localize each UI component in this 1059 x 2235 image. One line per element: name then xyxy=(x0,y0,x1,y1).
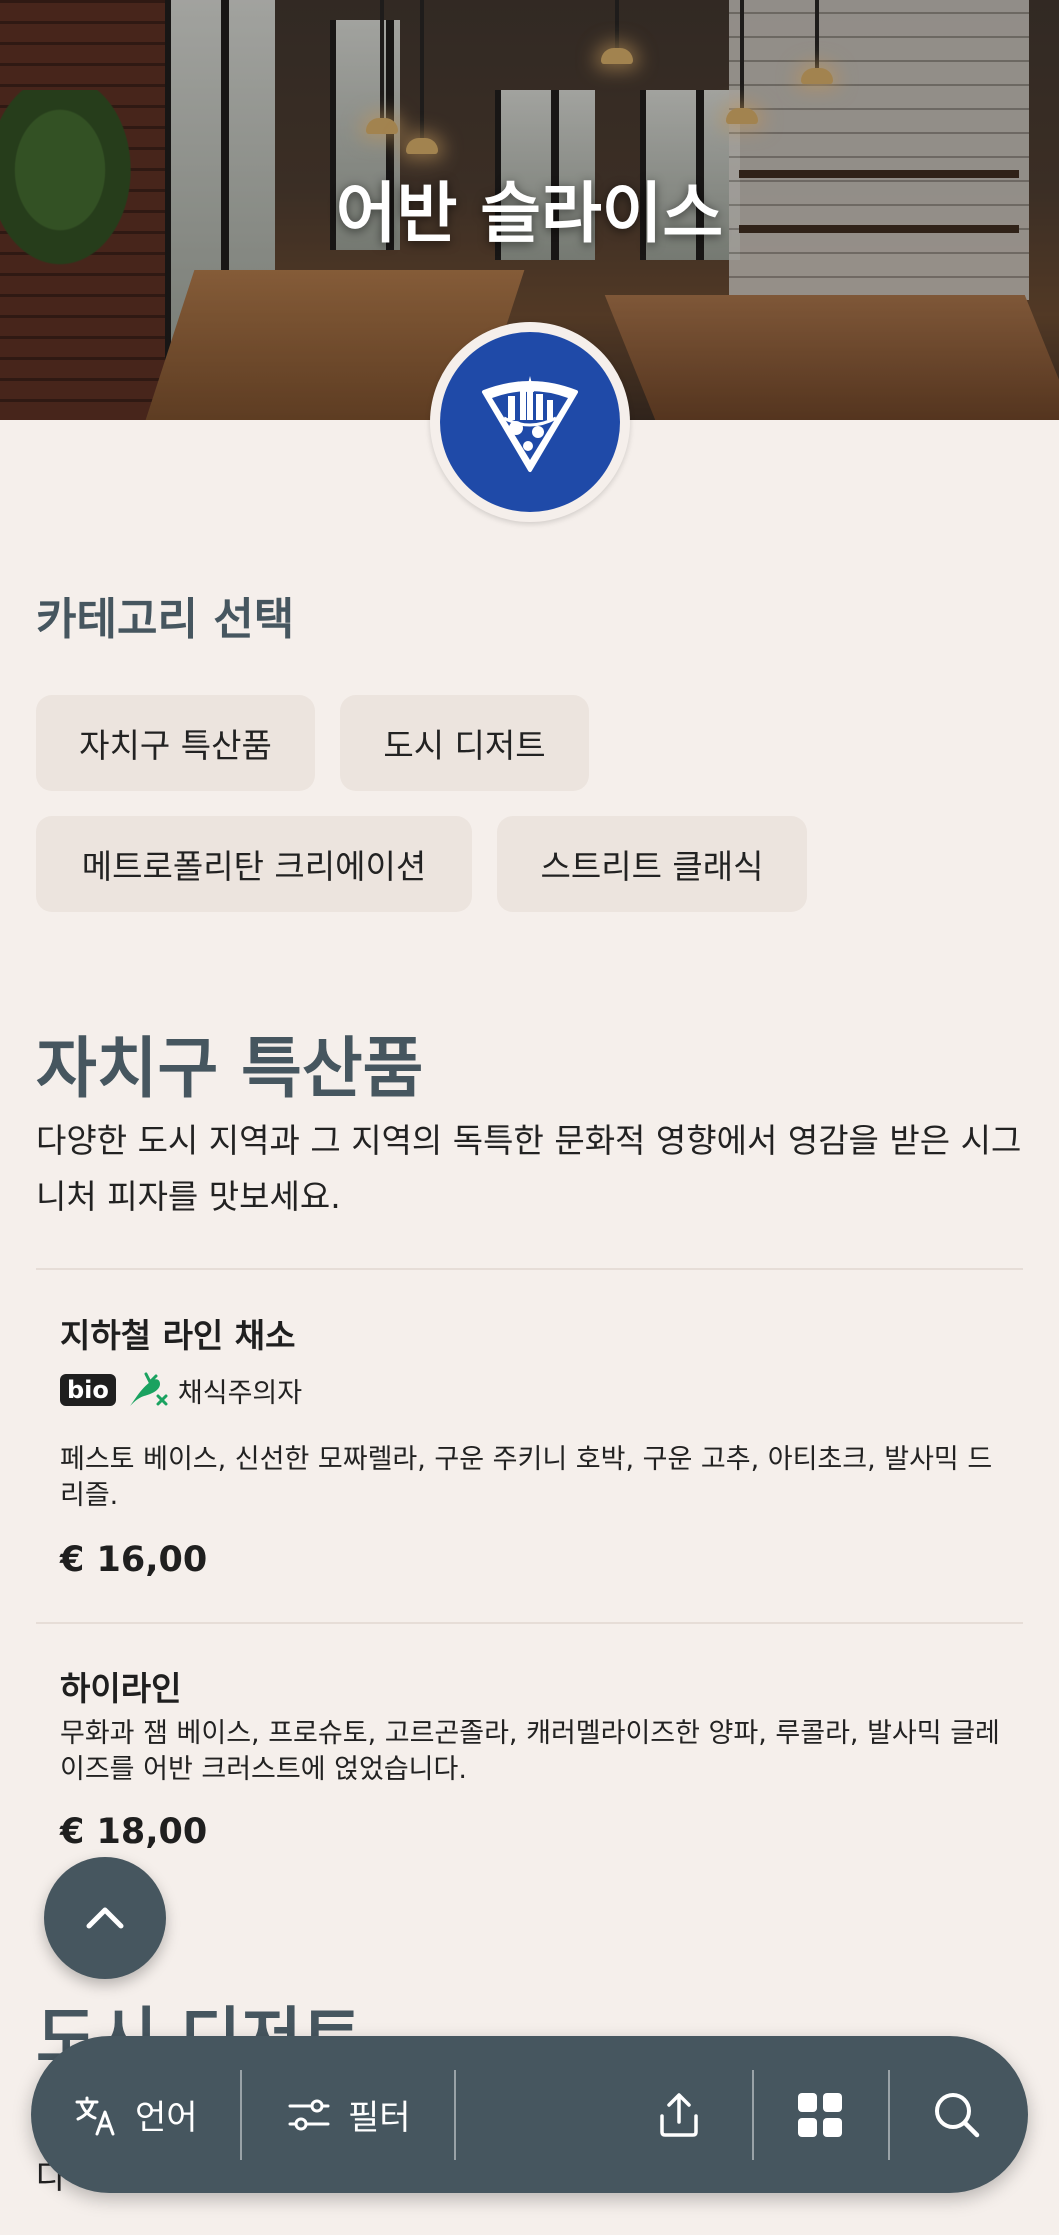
share-button[interactable] xyxy=(654,2036,704,2193)
menu-item-description: 페스토 베이스, 신선한 모짜렐라, 구운 주키니 호박, 구운 고추, 아티초… xyxy=(60,1444,993,1511)
section-description: 다양한 도시 지역과 그 지역의 독특한 문화적 영향에서 영감을 받은 시그니… xyxy=(36,1121,1022,1216)
chevron-up-icon xyxy=(86,1907,124,1929)
divider xyxy=(888,2070,890,2160)
menu-item-price: € 18,00 xyxy=(60,1812,208,1852)
category-chip-street-classics[interactable]: 스트리트 클래식 xyxy=(497,816,807,912)
language-label: 언어 xyxy=(135,2098,198,2138)
search-button[interactable] xyxy=(931,2036,983,2193)
section-title: 자치구 특산품 xyxy=(36,1030,424,1107)
grid-icon xyxy=(798,2092,842,2137)
pizza-logo-icon xyxy=(440,332,620,512)
filter-label: 필터 xyxy=(348,2098,411,2138)
bottom-toolbar: 언어 필터 xyxy=(31,2036,1028,2193)
category-chip-metropolitan[interactable]: 메트로폴리탄 크리에이션 xyxy=(36,816,472,912)
filter-icon xyxy=(288,2099,330,2130)
menu-item-price: € 16,00 xyxy=(60,1540,208,1580)
menu-item-tags: bio 채식주의자 xyxy=(60,1370,302,1410)
language-button[interactable]: 언어 xyxy=(73,2036,198,2193)
menu-item-description: 무화과 잼 베이스, 프로슈토, 고르곤졸라, 캐러멜라이즈한 양파, 루콜라,… xyxy=(60,1718,1000,1785)
search-icon xyxy=(935,2092,980,2137)
vegetarian-icon xyxy=(126,1370,168,1410)
category-chip-desserts[interactable]: 도시 디저트 xyxy=(340,695,589,791)
menu-item-name[interactable]: 하이라인 xyxy=(60,1662,181,1710)
category-chip-borough[interactable]: 자치구 특산품 xyxy=(36,695,315,791)
divider xyxy=(36,1622,1023,1624)
share-icon xyxy=(660,2092,698,2137)
menu-item-name[interactable]: 지하철 라인 채소 xyxy=(60,1309,296,1357)
category-section-title: 카테고리 선택 xyxy=(36,594,295,645)
divider xyxy=(240,2070,242,2160)
restaurant-logo xyxy=(430,322,630,522)
restaurant-name: 어반 슬라이스 xyxy=(335,175,724,252)
filter-button[interactable]: 필터 xyxy=(286,2036,411,2193)
divider xyxy=(752,2070,754,2160)
translate-icon xyxy=(75,2096,115,2135)
diet-label: 채식주의자 xyxy=(177,1377,303,1409)
scroll-to-top-button[interactable] xyxy=(44,1857,166,1979)
grid-view-button[interactable] xyxy=(795,2036,845,2193)
divider xyxy=(454,2070,456,2160)
bio-badge: bio xyxy=(60,1374,116,1406)
divider xyxy=(36,1268,1023,1270)
